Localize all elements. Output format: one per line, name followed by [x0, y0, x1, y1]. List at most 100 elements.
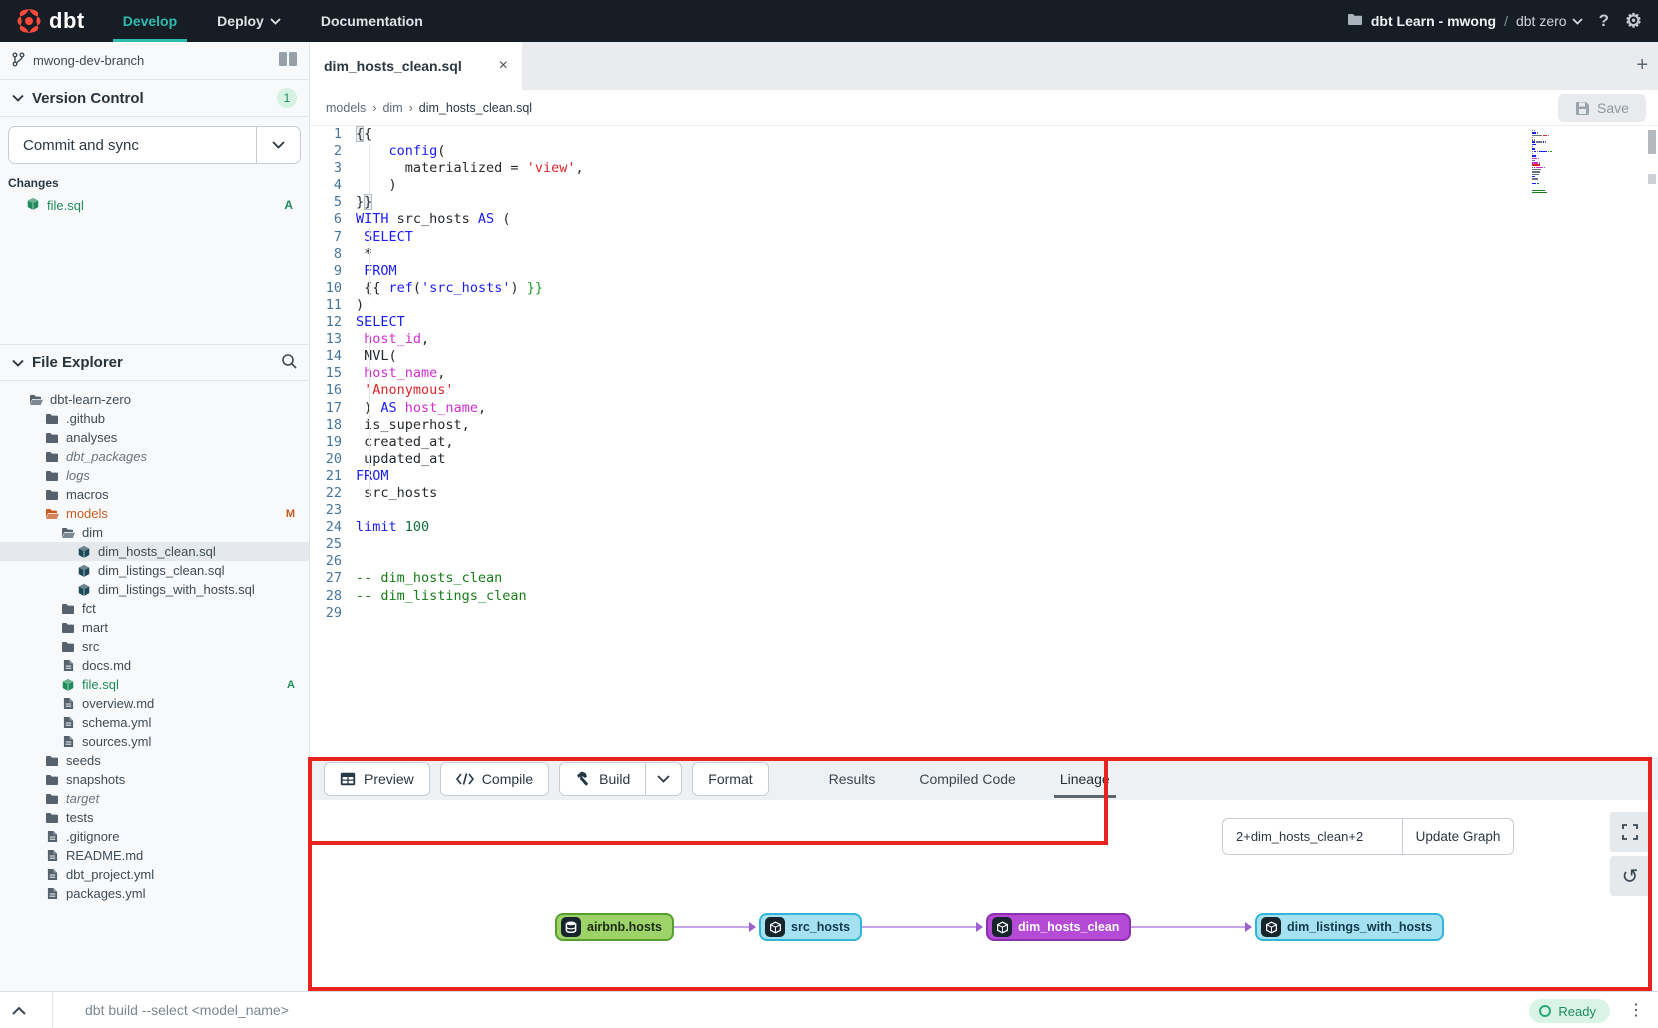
build-button[interactable]: Build: [559, 762, 646, 796]
close-icon[interactable]: ×: [499, 57, 508, 75]
tree-item-docs-md[interactable]: docs.md: [0, 656, 309, 675]
fullscreen-button[interactable]: [1610, 812, 1650, 852]
code-line[interactable]: 1{{: [310, 126, 1658, 143]
help-icon[interactable]: ?: [1599, 11, 1609, 31]
lineage-node-src-hosts[interactable]: src_hosts: [759, 913, 862, 941]
tree-item-readme-md[interactable]: README.md: [0, 846, 309, 865]
dbt-command-input[interactable]: [85, 1002, 885, 1018]
code-line[interactable]: 9 FROM: [310, 263, 1658, 280]
compile-button[interactable]: Compile: [440, 762, 549, 796]
editor-scrollbar[interactable]: [1647, 128, 1657, 748]
dbt-logo[interactable]: dbt: [0, 8, 103, 34]
code-line[interactable]: 14 NVL(: [310, 348, 1658, 365]
add-tab-icon[interactable]: +: [1636, 54, 1648, 77]
tree-item-macros[interactable]: macros: [0, 485, 309, 504]
tab-lineage[interactable]: Lineage: [1038, 757, 1132, 800]
tree-item-tests[interactable]: tests: [0, 808, 309, 827]
kebab-menu-icon[interactable]: ⋮: [1628, 1000, 1644, 1020]
code-line[interactable]: 8 *: [310, 246, 1658, 263]
lineage-filter-input[interactable]: [1222, 818, 1402, 855]
code-line[interactable]: 23: [310, 502, 1658, 519]
gear-icon[interactable]: ⚙: [1625, 10, 1642, 33]
branch-row[interactable]: mwong-dev-branch: [0, 42, 309, 80]
code-line[interactable]: 27-- dim_hosts_clean: [310, 570, 1658, 587]
breadcrumb-segment[interactable]: dim: [382, 101, 402, 115]
nav-menu-develop[interactable]: Develop: [103, 0, 197, 42]
tree-item-dbt-learn-zero[interactable]: dbt-learn-zero: [0, 390, 309, 409]
file-explorer-header[interactable]: File Explorer: [0, 344, 309, 381]
code-line[interactable]: 6WITH src_hosts AS (: [310, 211, 1658, 228]
tree-item-analyses[interactable]: analyses: [0, 428, 309, 447]
code-line[interactable]: 4 ): [310, 177, 1658, 194]
lineage-node-dim-hosts-clean[interactable]: dim_hosts_clean: [986, 913, 1131, 941]
tree-item-target[interactable]: target: [0, 789, 309, 808]
code-line[interactable]: 18 is_superhost,: [310, 417, 1658, 434]
chevron-up-icon[interactable]: [0, 1006, 52, 1015]
tree-item-dim-listings-with-hosts-sql[interactable]: dim_listings_with_hosts.sql: [0, 580, 309, 599]
tree-item-overview-md[interactable]: overview.md: [0, 694, 309, 713]
format-button[interactable]: Format: [692, 762, 768, 796]
tree-item--gitignore[interactable]: .gitignore: [0, 827, 309, 846]
code-line[interactable]: 17 ) AS host_name,: [310, 400, 1658, 417]
tree-item-packages-yml[interactable]: packages.yml: [0, 884, 309, 903]
tree-item-snapshots[interactable]: snapshots: [0, 770, 309, 789]
tree-item-dim-hosts-clean-sql[interactable]: dim_hosts_clean.sql: [0, 542, 309, 561]
tab-results[interactable]: Results: [807, 757, 898, 800]
tree-item-seeds[interactable]: seeds: [0, 751, 309, 770]
tree-item-file-sql[interactable]: file.sqlA: [0, 675, 309, 694]
code-line[interactable]: 24limit 100: [310, 519, 1658, 536]
tree-item-logs[interactable]: logs: [0, 466, 309, 485]
code-line[interactable]: 19 created_at,: [310, 434, 1658, 451]
code-line[interactable]: 10 {{ ref('src_hosts') }}: [310, 280, 1658, 297]
code-line[interactable]: 28-- dim_listings_clean: [310, 588, 1658, 605]
tree-item-dim-listings-clean-sql[interactable]: dim_listings_clean.sql: [0, 561, 309, 580]
tree-item-sources-yml[interactable]: sources.yml: [0, 732, 309, 751]
code-line[interactable]: 22 src_hosts: [310, 485, 1658, 502]
breadcrumb-segment[interactable]: models: [326, 101, 366, 115]
code-line[interactable]: 26: [310, 553, 1658, 570]
tree-item-dbt-packages[interactable]: dbt_packages: [0, 447, 309, 466]
tree-item-fct[interactable]: fct: [0, 599, 309, 618]
tree-item-src[interactable]: src: [0, 637, 309, 656]
code-line[interactable]: 3 materialized = 'view',: [310, 160, 1658, 177]
code-line[interactable]: 15 host_name,: [310, 365, 1658, 382]
scrollbar-thumb[interactable]: [1648, 130, 1656, 154]
nav-menu-documentation[interactable]: Documentation: [301, 0, 443, 42]
code-line[interactable]: 7 SELECT: [310, 229, 1658, 246]
reset-view-button[interactable]: ↺: [1610, 856, 1650, 896]
code-line[interactable]: 13 host_id,: [310, 331, 1658, 348]
update-graph-button[interactable]: Update Graph: [1402, 818, 1514, 855]
commit-and-sync-button[interactable]: Commit and sync: [8, 126, 301, 164]
tab-compiled-code[interactable]: Compiled Code: [897, 757, 1038, 800]
project-breadcrumb[interactable]: dbt Learn - mwong / dbt zero: [1347, 13, 1583, 29]
code-line[interactable]: 20 updated_at: [310, 451, 1658, 468]
code-editor[interactable]: 1{{2 config(3 materialized = 'view',4 )5…: [310, 126, 1658, 757]
file-tab[interactable]: dim_hosts_clean.sql ×: [310, 42, 522, 90]
build-options-chevron[interactable]: [646, 762, 682, 796]
code-line[interactable]: 11): [310, 297, 1658, 314]
preview-button[interactable]: Preview: [324, 762, 430, 796]
code-line[interactable]: 12SELECT: [310, 314, 1658, 331]
tree-item-dbt-project-yml[interactable]: dbt_project.yml: [0, 865, 309, 884]
tree-item-mart[interactable]: mart: [0, 618, 309, 637]
lineage-node-airbnb-hosts[interactable]: airbnb.hosts: [555, 913, 674, 941]
tree-item-dim[interactable]: dim: [0, 523, 309, 542]
breadcrumb-segment[interactable]: dim_hosts_clean.sql: [419, 101, 532, 115]
code-line[interactable]: 16 'Anonymous': [310, 382, 1658, 399]
code-line[interactable]: 29: [310, 605, 1658, 622]
environment-selector[interactable]: dbt zero: [1516, 13, 1583, 29]
code-line[interactable]: 21FROM: [310, 468, 1658, 485]
lineage-node-dim-listings-with-hosts[interactable]: dim_listings_with_hosts: [1255, 913, 1444, 941]
code-line[interactable]: 2 config(: [310, 143, 1658, 160]
save-button[interactable]: Save: [1558, 94, 1646, 122]
code-line[interactable]: 5}}: [310, 194, 1658, 211]
tree-item-schema-yml[interactable]: schema.yml: [0, 713, 309, 732]
version-control-header[interactable]: Version Control 1: [0, 80, 309, 117]
nav-menu-deploy[interactable]: Deploy: [197, 0, 301, 42]
code-line[interactable]: 25: [310, 536, 1658, 553]
search-icon[interactable]: [281, 353, 297, 373]
changed-file-row[interactable]: file.sql A: [0, 194, 309, 216]
tree-item--github[interactable]: .github: [0, 409, 309, 428]
commit-options-chevron[interactable]: [256, 127, 300, 163]
split-view-icon[interactable]: [279, 52, 297, 69]
